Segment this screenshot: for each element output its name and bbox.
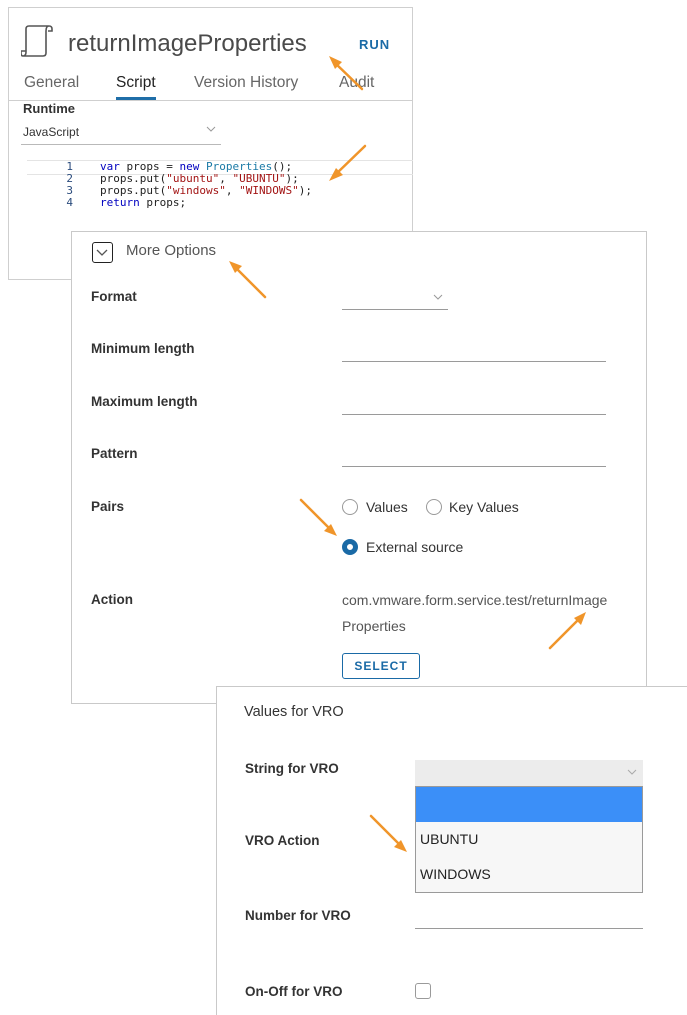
radio-key-values-label: Key Values <box>449 499 519 515</box>
string-for-vro-label: String for VRO <box>245 761 339 776</box>
onoff-for-vro-label: On-Off for VRO <box>245 984 343 999</box>
number-for-vro-label: Number for VRO <box>245 908 351 923</box>
format-label: Format <box>91 289 137 304</box>
script-icon <box>21 25 53 57</box>
min-length-label: Minimum length <box>91 341 195 356</box>
dropdown-option-windows[interactable]: WINDOWS <box>416 857 642 892</box>
radio-external-source[interactable] <box>342 539 358 555</box>
vro-values-panel: Values for VRO String for VRO UBUNTU WIN… <box>216 686 687 1015</box>
tab-version-history[interactable]: Version History <box>194 74 298 92</box>
tab-script[interactable]: Script <box>116 74 156 100</box>
dropdown-option-ubuntu[interactable]: UBUNTU <box>416 822 642 857</box>
radio-key-values[interactable] <box>426 499 442 515</box>
radio-values[interactable] <box>342 499 358 515</box>
runtime-label: Runtime <box>23 101 75 116</box>
radio-values-label: Values <box>366 499 408 515</box>
action-label: Action <box>91 592 133 607</box>
chevron-down-icon <box>96 249 108 256</box>
page-title: returnImageProperties <box>68 30 307 57</box>
min-length-input[interactable] <box>342 361 606 362</box>
dropdown-option-blank[interactable] <box>416 787 642 822</box>
chevron-down-icon <box>627 769 637 775</box>
max-length-input[interactable] <box>342 414 606 415</box>
more-options-panel: More Options Format Minimum length Maxim… <box>71 231 647 704</box>
max-length-label: Maximum length <box>91 394 198 409</box>
tab-audit[interactable]: Audit <box>339 74 374 92</box>
vro-action-label: VRO Action <box>245 833 320 848</box>
onoff-for-vro-checkbox[interactable] <box>415 983 431 999</box>
pattern-label: Pattern <box>91 446 138 461</box>
run-button[interactable]: RUN <box>359 37 390 52</box>
vro-panel-title: Values for VRO <box>244 704 344 720</box>
chevron-down-icon <box>206 126 216 132</box>
collapse-toggle[interactable] <box>92 242 113 263</box>
pairs-label: Pairs <box>91 499 125 514</box>
action-value-line2: Properties <box>342 618 406 634</box>
number-for-vro-input[interactable] <box>415 928 643 929</box>
select-button[interactable]: SELECT <box>342 653 420 679</box>
code-editor[interactable]: 1 var props = new Properties(); 2 props.… <box>21 158 413 228</box>
more-options-label: More Options <box>126 242 217 259</box>
radio-external-source-label: External source <box>366 539 464 555</box>
action-value-line1: com.vmware.form.service.test/returnImage <box>342 592 608 608</box>
chevron-down-icon <box>433 294 443 300</box>
dropdown-list: UBUNTU WINDOWS <box>415 786 643 893</box>
runtime-select[interactable]: JavaScript <box>21 122 221 145</box>
format-select[interactable] <box>342 287 448 310</box>
tab-bar: General Script Version History Audit <box>9 70 412 101</box>
runtime-select-value: JavaScript <box>23 125 80 139</box>
tab-general[interactable]: General <box>24 74 79 92</box>
pattern-input[interactable] <box>342 466 606 467</box>
string-for-vro-select[interactable] <box>415 760 643 787</box>
